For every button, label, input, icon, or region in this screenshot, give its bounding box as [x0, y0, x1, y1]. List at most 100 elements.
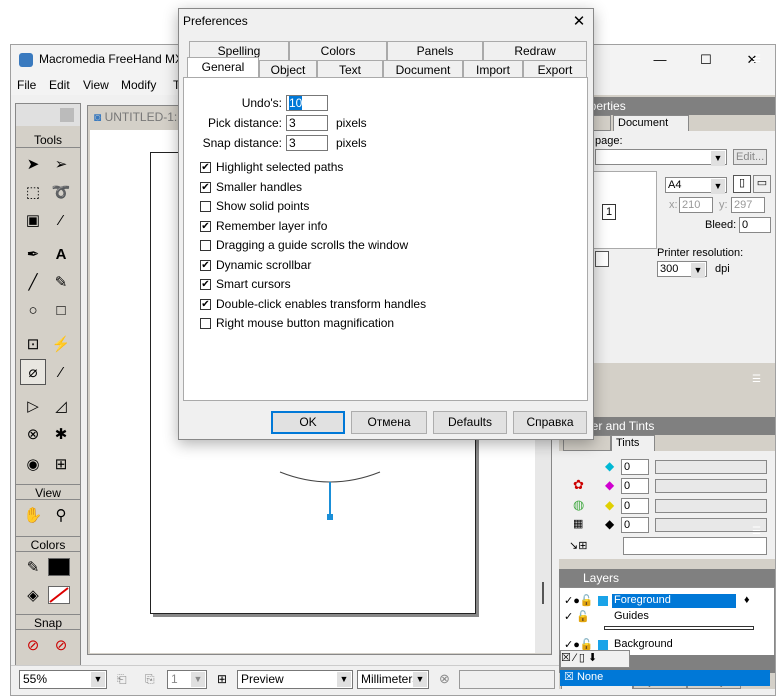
trace-tool-icon[interactable]: ⊡ — [20, 331, 46, 357]
spray-tool-icon[interactable]: ✱ — [48, 421, 74, 447]
page-dropdown[interactable]: ▼ — [595, 149, 727, 166]
cancel-button[interactable]: Отмена — [351, 411, 427, 434]
option-label[interactable]: Right mouse button magnification — [216, 316, 394, 330]
eyedropper-tool-icon[interactable]: ⁄ — [48, 207, 74, 233]
next-page-icon[interactable]: ⎘ — [145, 672, 155, 687]
page-tool-icon[interactable]: ▣ — [20, 207, 46, 233]
snap-distance-input[interactable]: 3 — [286, 135, 328, 151]
fill-color-icon[interactable]: ◈ — [20, 582, 46, 608]
page-select[interactable]: 1 ▼ — [167, 670, 207, 689]
tab-redraw[interactable]: Redraw — [483, 41, 587, 60]
tints-tab[interactable]: Tints — [611, 435, 655, 451]
ellipse-tool-icon[interactable]: ○ — [20, 297, 46, 323]
layer-name[interactable]: Background — [614, 638, 673, 650]
prev-page-icon[interactable]: ⎗ — [117, 672, 127, 687]
zoom-tool-icon[interactable]: ⚲ — [48, 502, 74, 528]
toolbox-close-icon[interactable] — [60, 108, 74, 122]
magenta-slider[interactable] — [655, 479, 767, 493]
page-width-field[interactable]: 210 — [679, 197, 713, 213]
pencil-tool-icon[interactable]: ✎ — [48, 269, 74, 295]
layer-row[interactable]: ✓ 🔓 Guides — [564, 610, 770, 624]
option-checkbox[interactable] — [200, 240, 211, 251]
cyan-value[interactable]: 0 — [621, 459, 649, 475]
option-label[interactable]: Show solid points — [216, 199, 309, 213]
cyan-slider[interactable] — [655, 460, 767, 474]
option-checkbox[interactable]: ✔ — [200, 259, 211, 271]
menu-modify[interactable]: Modify — [121, 78, 156, 92]
yellow-value[interactable]: 0 — [621, 498, 649, 514]
tab-colors[interactable]: Colors — [289, 41, 387, 60]
maximize-button[interactable]: ☐ — [683, 45, 729, 75]
menu-file[interactable]: File — [17, 78, 36, 92]
layer-visible-icon[interactable]: ✓●🔓 — [564, 594, 594, 607]
download-icon[interactable]: ⬇ — [588, 652, 597, 664]
connector-tool-icon[interactable]: ⊞ — [48, 451, 74, 477]
help-button[interactable]: Справка — [513, 411, 587, 434]
zoom-select[interactable]: 55% ▼ — [19, 670, 107, 689]
pen-tool-icon[interactable]: ✒ — [20, 241, 46, 267]
menu-view[interactable]: View — [83, 78, 109, 92]
option-checkbox[interactable]: ✔ — [200, 162, 211, 173]
swatch-row[interactable]: ☒ None — [560, 670, 770, 686]
properties-tab-document[interactable]: Document — [613, 115, 689, 131]
black-value[interactable]: 0 — [621, 517, 649, 533]
stroke-color-swatch[interactable] — [48, 558, 70, 576]
option-label[interactable]: Dragging a guide scrolls the window — [216, 238, 408, 252]
page-size-dropdown[interactable]: A4 ▼ — [665, 177, 727, 194]
mixer-options-icon[interactable]: ☰ — [752, 374, 761, 385]
tab-general[interactable]: General — [187, 57, 259, 79]
menu-edit[interactable]: Edit — [49, 78, 70, 92]
option-checkbox[interactable]: ✔ — [200, 279, 211, 290]
option-label[interactable]: Highlight selected paths — [216, 160, 343, 174]
layer-row[interactable]: ✓●🔓 Foreground ♦ — [564, 594, 770, 608]
document-tab[interactable]: ◙ UNTITLED-1: — [94, 110, 177, 124]
undos-input[interactable]: 10 — [286, 95, 328, 111]
dialog-close-button[interactable]: ✕ — [567, 11, 591, 33]
eraser-tool-icon[interactable]: ⌀ — [20, 359, 46, 385]
hls-mode-icon[interactable]: ◍ — [573, 497, 584, 513]
scroll-thumb[interactable] — [542, 582, 544, 604]
fill-swatch-icon[interactable]: ▯ — [579, 652, 585, 664]
yellow-slider[interactable] — [655, 499, 767, 513]
tab-panels[interactable]: Panels — [387, 41, 483, 60]
add-page-icon[interactable]: ⊞ — [217, 672, 227, 686]
option-label[interactable]: Dynamic scrollbar — [216, 258, 311, 272]
stroke-swatch-icon[interactable]: ⁄ — [574, 652, 576, 664]
system-color-icon[interactable]: ▦ — [573, 517, 583, 530]
page-orientation-icon[interactable] — [595, 251, 609, 267]
option-label[interactable]: Smart cursors — [216, 277, 291, 291]
ok-button[interactable]: OK — [271, 411, 345, 434]
layer-name[interactable]: Foreground — [612, 594, 736, 608]
line-tool-icon[interactable]: ╱ — [20, 269, 46, 295]
layer-visible-icon[interactable]: ✓ 🔓 — [564, 610, 590, 623]
layer-name[interactable]: Guides — [614, 610, 649, 622]
page-thumbnail[interactable]: 1 — [593, 171, 657, 249]
landscape-icon[interactable]: ▭ — [753, 175, 771, 193]
hand-tool-icon[interactable]: ✋ — [20, 502, 46, 528]
bleed-field[interactable]: 0 — [739, 217, 771, 233]
dpi-select[interactable]: 300 ▼ — [657, 261, 707, 278]
fill-color-swatch[interactable] — [48, 586, 70, 604]
layer-print-icon[interactable]: ♦ — [744, 594, 750, 606]
units-select[interactable]: Millimeters ▼ — [357, 670, 429, 689]
properties-options-icon[interactable]: ☰ — [752, 54, 761, 65]
rectangle-tool-icon[interactable]: □ — [48, 297, 74, 323]
rgb-mode-icon[interactable]: ✿ — [573, 477, 584, 493]
page-height-field[interactable]: 297 — [731, 197, 765, 213]
text-tool-icon[interactable]: A — [48, 241, 74, 267]
stroke-color-icon[interactable]: ✎ — [20, 554, 46, 580]
add-to-swatches-icon[interactable]: ↘⊞ — [569, 539, 587, 552]
edit-page-button[interactable]: Edit... — [733, 149, 767, 165]
snap-to-point-icon[interactable]: ⊘ — [20, 632, 46, 658]
subselect-tool-icon[interactable]: ➢ — [48, 151, 74, 177]
lasso-tool-icon[interactable]: ➰ — [48, 179, 74, 205]
pick-distance-input[interactable]: 3 — [286, 115, 328, 131]
option-label[interactable]: Smaller handles — [216, 180, 302, 194]
layers-options-icon[interactable]: ☰ — [752, 526, 761, 537]
no-fill-icon[interactable]: ☒ — [561, 652, 571, 664]
minimize-button[interactable]: — — [637, 45, 683, 75]
knife-tool-icon[interactable]: ⚡ — [48, 331, 74, 357]
pointer-tool-icon[interactable]: ➤ — [20, 151, 46, 177]
defaults-button[interactable]: Defaults — [433, 411, 507, 434]
option-checkbox[interactable]: ✔ — [200, 298, 211, 310]
